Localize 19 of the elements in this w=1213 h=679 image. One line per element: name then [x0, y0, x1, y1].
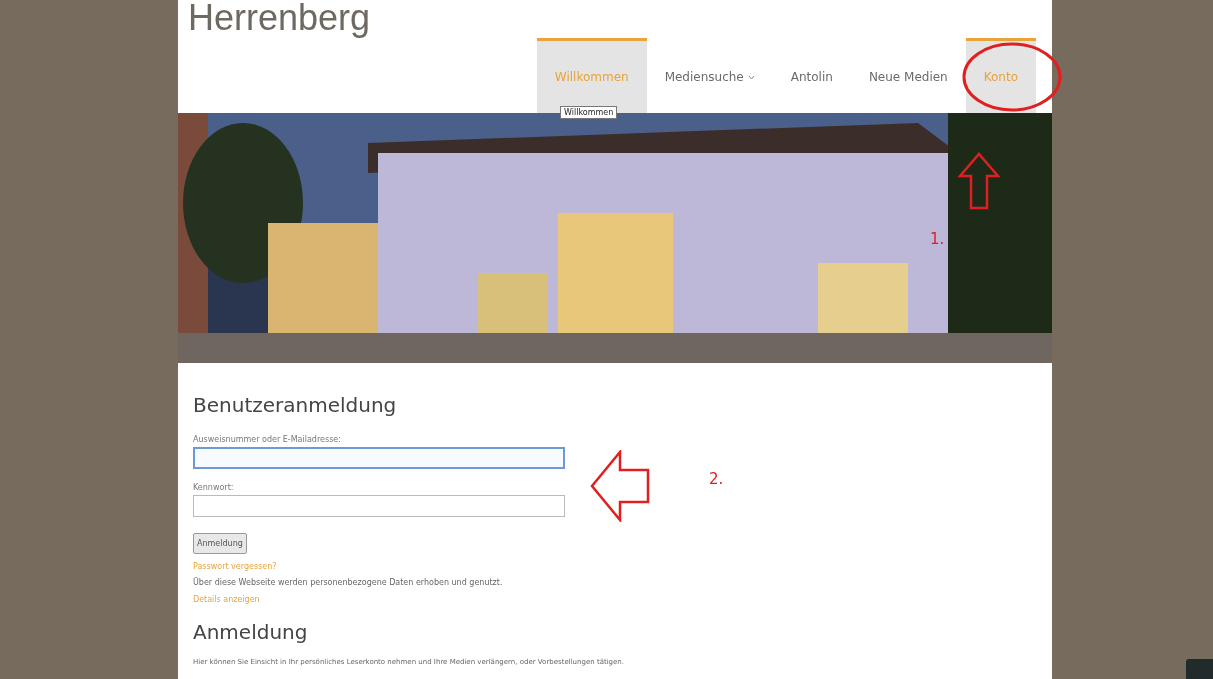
scroll-top-button[interactable]: [1186, 659, 1213, 679]
up-arrow-icon: [958, 152, 1000, 210]
login-button[interactable]: Anmeldung: [193, 533, 247, 554]
left-arrow-icon: [590, 450, 652, 522]
input-field[interactable]: [193, 495, 565, 517]
annotation-label: 2.: [709, 470, 724, 488]
caret-icon: [747, 74, 755, 80]
annotation-label: 1.: [930, 230, 945, 248]
section-heading: Anmeldung: [193, 620, 309, 644]
site-logo[interactable]: Herrenberg: [188, 0, 371, 36]
field-label: Ausweisnummer oder E-Mailadresse:: [193, 435, 342, 444]
privacy-note: Über diese Webseite werden personenbezogene Daten erhoben und genutzt.: [193, 578, 504, 587]
field-label: Kennwort:: [193, 483, 235, 492]
section-heading: Benutzeranmeldung: [193, 393, 398, 417]
input-field[interactable]: [193, 447, 565, 469]
nav-link[interactable]: Antolin: [772, 38, 851, 113]
nav-link[interactable]: Mediensuche: [646, 38, 773, 113]
nav-link[interactable]: Neue Medien: [850, 38, 966, 113]
tooltip: Willkommen: [560, 106, 618, 119]
